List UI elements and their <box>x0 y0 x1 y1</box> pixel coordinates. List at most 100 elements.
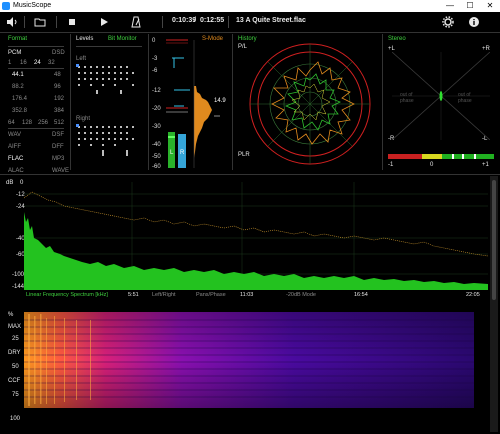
stereo-panel: Stereo +L +R -R -L out of phase out of p… <box>386 36 496 170</box>
bit-monitor-tab[interactable]: Bit Monitor <box>108 36 137 42</box>
bit-1: 1 <box>8 60 12 66</box>
history-radar <box>249 43 371 165</box>
scale-50: -50 <box>152 154 161 160</box>
rate-192: 192 <box>54 96 65 102</box>
rate-48: 48 <box>54 72 61 78</box>
codec-wav: WAV <box>8 132 21 138</box>
codec-aiff: AIFF <box>8 144 21 150</box>
metronome-icon[interactable] <box>130 16 142 28</box>
bit-16: 16 <box>20 60 27 66</box>
pcm-label: PCM <box>8 50 22 56</box>
spectrum-mode-linear[interactable]: Linear Frequency Spectrum [kHz] <box>26 292 108 298</box>
scale-40: -40 <box>152 142 161 148</box>
scale-12: -12 <box>152 88 161 94</box>
rate-96: 96 <box>54 84 61 90</box>
x-tick-2: 11:03 <box>240 292 254 298</box>
rate-384: 384 <box>54 108 65 114</box>
info-icon[interactable] <box>468 16 480 28</box>
scale-30: -30 <box>152 124 161 130</box>
codec-dsf: DSF <box>52 132 64 138</box>
divider <box>8 128 64 129</box>
divider <box>8 68 64 69</box>
toolbar-separator <box>24 16 25 28</box>
file-name: 13 A Quite Street.flac <box>236 17 306 24</box>
out-of-phase-right: out of phase <box>458 92 472 104</box>
play-icon[interactable] <box>98 16 110 28</box>
smode-readout: 14.9 <box>214 98 226 104</box>
y-tick-100: -100 <box>12 272 25 278</box>
levels-header: Levels <box>76 36 94 42</box>
minimize-button[interactable]: — <box>442 1 458 11</box>
sg-tick-50: 50 <box>12 364 19 370</box>
scrollbar-thumb[interactable] <box>492 180 496 300</box>
title-bar: MusicScope — ☐ ✕ <box>0 0 500 12</box>
sg-tick-ccf: CCF <box>8 378 21 384</box>
vertical-scrollbar[interactable] <box>490 176 498 432</box>
x-tick-4: 22:05 <box>466 292 480 298</box>
maximize-button[interactable]: ☐ <box>462 1 478 11</box>
scale-6: -6 <box>152 68 158 74</box>
divider <box>0 174 500 175</box>
left-bit-grid <box>76 64 134 94</box>
correlation-meter <box>388 154 494 159</box>
format-panel: Format PCM DSD 1 16 24 32 44.1 48 88.2 9… <box>4 36 69 174</box>
right-bit-grid <box>76 124 134 156</box>
panel-separator <box>232 34 233 170</box>
panel-separator <box>148 34 149 170</box>
dsd-128: 128 <box>22 120 33 126</box>
spectrum-panel: dB 0 -12 -24 -40 -60 -100 -144 Linear Fr… <box>0 176 490 304</box>
folder-icon[interactable] <box>34 16 46 28</box>
corr-mid: 0 <box>430 162 434 168</box>
volume-icon[interactable] <box>6 16 18 28</box>
spectrum-mode-lr[interactable]: Left/Right <box>152 292 176 298</box>
right-label: Right <box>76 116 91 122</box>
x-tick-3: 16:54 <box>354 292 368 298</box>
stop-icon[interactable] <box>66 16 78 28</box>
history-panel: History P/L PLR <box>236 36 380 170</box>
panel-separator <box>70 34 71 170</box>
spectrum-mode-db[interactable]: -20dB Mode <box>286 292 316 298</box>
corr-min: -1 <box>388 162 394 168</box>
total-time: 0:12:55 <box>200 17 225 24</box>
x-tick-1: 5:51 <box>128 292 139 298</box>
spectrum-db-label: dB <box>6 180 14 186</box>
out-of-phase-left: out of phase <box>400 92 414 104</box>
corr-max: +1 <box>482 162 489 168</box>
divider <box>76 46 142 47</box>
sg-tick-25: 25 <box>12 336 19 342</box>
elapsed-time: 0:10:39 <box>172 17 197 24</box>
scale-0: 0 <box>152 38 156 44</box>
dsd-64: 64 <box>8 120 15 126</box>
gear-icon[interactable] <box>442 16 454 28</box>
sg-tick-dry: DRY <box>8 350 21 356</box>
close-button[interactable]: ✕ <box>482 1 498 11</box>
toolbar: 0:10:39 / 0:12:55 13 A Quite Street.flac <box>0 12 500 32</box>
spectrum-graph <box>24 182 488 290</box>
y-tick-144: -144 <box>12 284 25 290</box>
rate-44: 44.1 <box>12 72 24 78</box>
format-header: Format <box>8 36 28 42</box>
rate-352: 352.8 <box>12 108 28 114</box>
spectrum-mode-pan[interactable]: Pans/Phase <box>196 292 226 298</box>
dsd-label: DSD <box>52 50 65 56</box>
sg-tick-pct: % <box>8 312 14 318</box>
toolbar-separator <box>162 16 163 28</box>
dsd-512: 512 <box>54 120 65 126</box>
dsd-256: 256 <box>38 120 49 126</box>
sg-tick-75: 75 <box>12 392 19 398</box>
scale-3: -3 <box>152 56 158 62</box>
y-tick-0: 0 <box>20 180 24 186</box>
rate-176: 176.4 <box>12 96 28 102</box>
rate-88: 88.2 <box>12 84 24 90</box>
app-icon <box>2 2 10 10</box>
smode-panel: S-Mode 0 -3 -6 -12 -20 -30 -40 -50 -60 L… <box>150 36 230 170</box>
left-label: Left <box>76 56 87 62</box>
toolbar-separator <box>228 16 229 28</box>
toolbar-separator <box>56 16 57 28</box>
bar-label-r: R <box>180 150 185 156</box>
levels-panel: Levels Bit Monitor Left Right <box>74 36 148 170</box>
panel-separator <box>382 34 383 170</box>
window-title: MusicScope <box>13 2 52 9</box>
spectrogram-panel: % MAX 25 DRY 50 CCF 75 100 <box>0 306 490 430</box>
divider <box>0 32 500 33</box>
